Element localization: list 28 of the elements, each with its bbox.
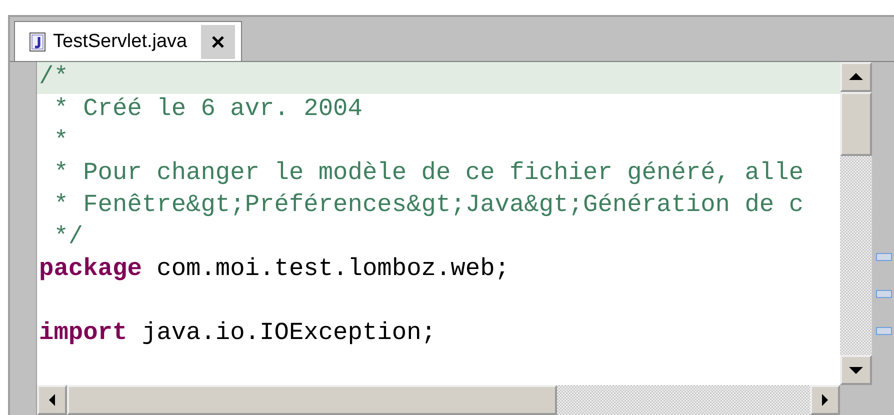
horizontal-scrollbar[interactable]: [37, 385, 840, 415]
code-comment: */: [52, 224, 84, 251]
close-icon[interactable]: [201, 24, 236, 58]
down-arrow-icon: [849, 366, 863, 374]
code-comment: * Fenêtre&gt;Préférences&gt;Java&gt;Génération de c: [52, 192, 804, 219]
code-comment: /*: [39, 64, 68, 91]
scrollbar-thumb[interactable]: [840, 92, 872, 156]
scroll-right-button[interactable]: [810, 385, 840, 415]
code-comment: *: [52, 128, 68, 155]
up-arrow-icon: [849, 73, 863, 81]
scroll-left-button[interactable]: [37, 385, 67, 415]
code-text: com.moi.test.lomboz.web;: [156, 256, 510, 283]
scroll-up-button[interactable]: [840, 62, 872, 92]
left-arrow-icon: [48, 394, 56, 406]
overview-marker[interactable]: [876, 290, 892, 298]
code-text: java.io.IOException;: [140, 320, 436, 347]
right-arrow-icon: [821, 394, 829, 406]
code-keyword: package: [39, 256, 142, 283]
vertical-scrollbar[interactable]: [840, 62, 872, 415]
code-comment: * Pour changer le modèle de ce fichier généré, alle: [52, 160, 804, 187]
scroll-down-button[interactable]: [840, 355, 872, 385]
scrollbar-thumb[interactable]: [67, 385, 557, 415]
java-file-icon: [29, 32, 47, 52]
overview-marker[interactable]: [876, 253, 892, 261]
code-keyword: import: [39, 320, 128, 347]
code-comment: * Créé le 6 avr. 2004: [52, 96, 362, 123]
editor-tab[interactable]: TestServlet.java: [14, 21, 242, 61]
overview-marker[interactable]: [876, 327, 892, 335]
